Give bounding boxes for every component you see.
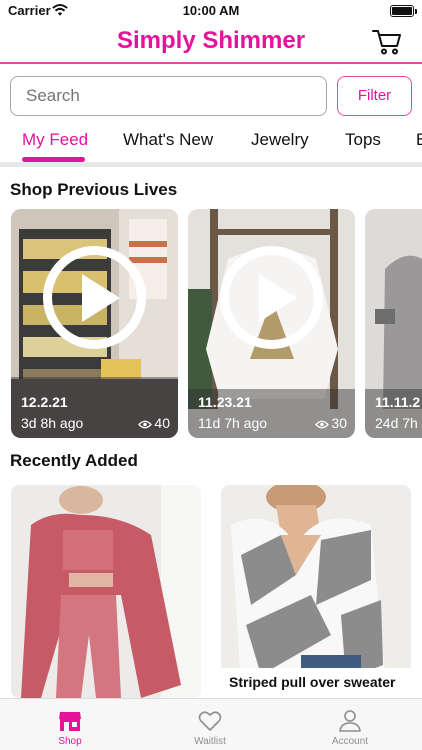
heart-icon bbox=[198, 711, 222, 731]
view-count: 40 bbox=[138, 415, 170, 431]
section-title-previous-lives: Shop Previous Lives bbox=[10, 180, 178, 199]
section-title-recently-added: Recently Added bbox=[10, 451, 138, 470]
eye-icon bbox=[315, 420, 330, 429]
bottom-tab-bar: Shop Waitlist Account bbox=[0, 698, 422, 750]
tab-whats-new[interactable]: What's New bbox=[123, 130, 213, 150]
view-count-value: 30 bbox=[331, 415, 347, 431]
live-time-ago: 11d 7h ago bbox=[198, 415, 268, 431]
view-count: 30 bbox=[315, 415, 347, 431]
tab-next[interactable]: B bbox=[416, 130, 422, 150]
live-date: 11.23.21 bbox=[198, 394, 252, 410]
tabbar-account[interactable]: Account bbox=[280, 699, 420, 750]
view-count-value: 40 bbox=[154, 415, 170, 431]
eye-icon bbox=[138, 420, 153, 429]
product-image-pink-set bbox=[11, 485, 201, 698]
tabbar-label: Waitlist bbox=[194, 736, 226, 747]
live-video-card[interactable]: 11.23.21 11d 7h ago 30 bbox=[188, 209, 355, 438]
shop-icon bbox=[59, 712, 81, 731]
person-icon bbox=[339, 710, 361, 732]
tabbar-shop[interactable]: Shop bbox=[0, 699, 140, 750]
product-card[interactable] bbox=[11, 485, 201, 698]
filter-button[interactable]: Filter bbox=[337, 76, 412, 116]
status-bar: Carrier 10:00 AM bbox=[0, 0, 422, 22]
product-image-striped-sweater bbox=[221, 485, 411, 698]
battery-icon bbox=[390, 5, 414, 17]
live-time-ago: 24d 7h bbox=[375, 415, 418, 431]
cart-icon[interactable] bbox=[372, 28, 402, 56]
tab-tops[interactable]: Tops bbox=[345, 130, 381, 150]
live-video-card[interactable]: 11.11.2 24d 7h bbox=[365, 209, 422, 438]
tabbar-label: Account bbox=[331, 736, 369, 747]
app-header: Simply Shimmer bbox=[0, 22, 422, 64]
product-name: Striped pull over sweater bbox=[221, 668, 411, 698]
app-title: Simply Shimmer bbox=[116, 27, 306, 54]
play-icon bbox=[220, 246, 323, 349]
tabs-divider bbox=[0, 162, 422, 167]
play-icon bbox=[43, 246, 146, 349]
tabbar-waitlist[interactable]: Waitlist bbox=[140, 699, 280, 750]
search-input[interactable] bbox=[10, 76, 327, 116]
live-video-card[interactable]: 12.2.21 3d 8h ago 40 bbox=[11, 209, 178, 438]
tab-my-feed[interactable]: My Feed bbox=[22, 130, 88, 150]
clock: 10:00 AM bbox=[182, 3, 240, 18]
tab-jewelry[interactable]: Jewelry bbox=[251, 130, 309, 150]
live-date: 11.11.2 bbox=[375, 394, 421, 410]
live-time-ago: 3d 8h ago bbox=[21, 415, 84, 431]
tabbar-label: Shop bbox=[58, 736, 82, 747]
product-card[interactable]: Striped pull over sweater bbox=[221, 485, 411, 698]
live-date: 12.2.21 bbox=[21, 394, 68, 410]
